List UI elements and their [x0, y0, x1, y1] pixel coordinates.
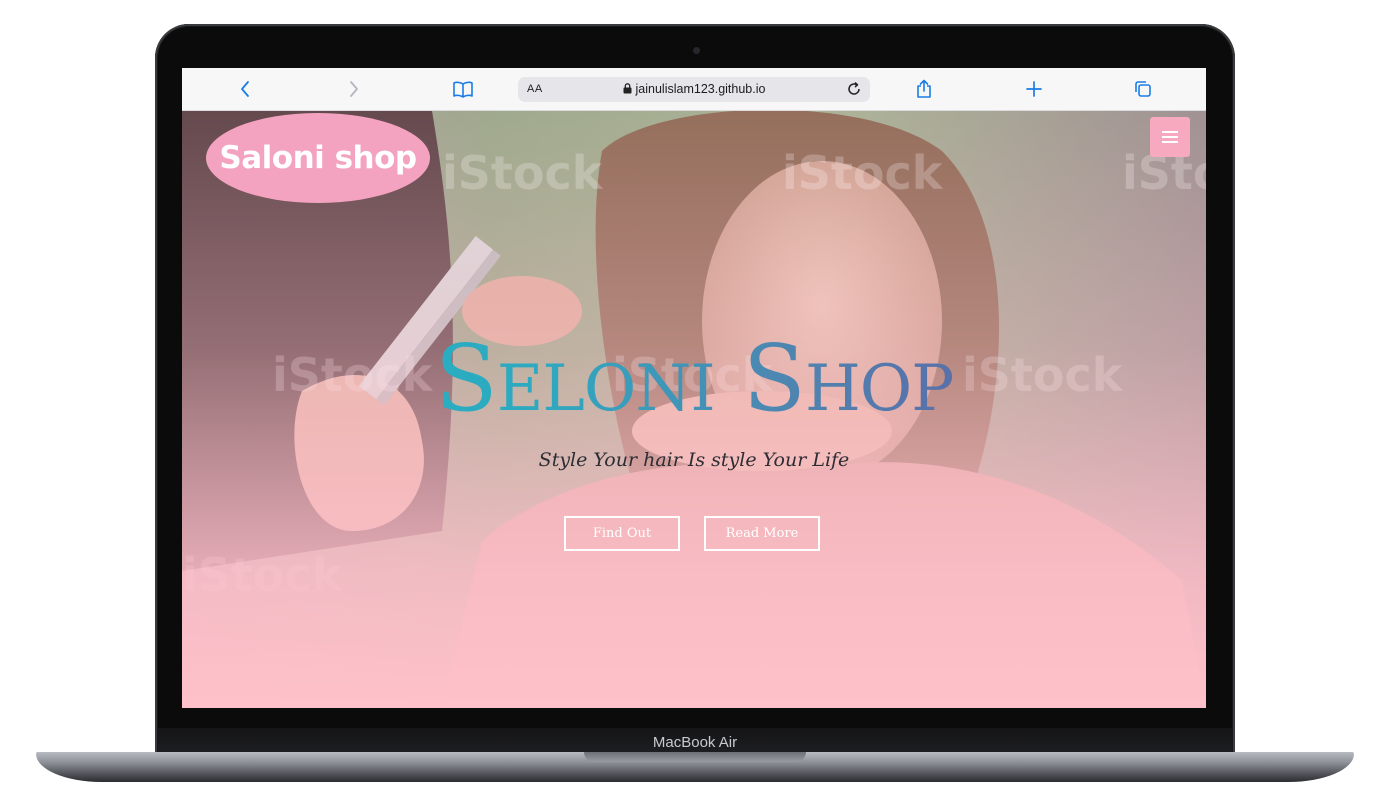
url-container: jainulislam123.github.io — [518, 82, 870, 96]
camera — [693, 47, 700, 54]
site-logo[interactable]: Saloni shop — [206, 113, 430, 203]
forward-button[interactable] — [341, 77, 367, 101]
url-text: jainulislam123.github.io — [635, 82, 766, 96]
back-button[interactable] — [232, 77, 258, 101]
address-bar[interactable]: AA jainulislam123.github.io — [518, 77, 870, 102]
chevron-right-icon — [350, 81, 358, 97]
book-icon — [453, 81, 473, 98]
hero-tagline: Style Your hair Is style Your Life — [538, 449, 850, 471]
reload-icon[interactable] — [846, 81, 862, 97]
tabs-overview-icon — [1135, 81, 1151, 97]
screen: AA jainulislam123.github.io Saloni shop … — [182, 68, 1206, 708]
laptop-base — [36, 752, 1354, 782]
plus-icon — [1026, 81, 1042, 97]
chevron-left-icon — [241, 81, 249, 97]
share-button[interactable] — [911, 77, 937, 101]
tabs-button[interactable] — [1130, 77, 1156, 101]
share-icon — [917, 79, 931, 98]
hero-section: iStock iStock iStock iStock iStock iStoc… — [182, 111, 1206, 708]
menu-button[interactable] — [1150, 117, 1190, 157]
find-out-button[interactable]: Find Out — [564, 516, 680, 551]
laptop-notch — [584, 752, 806, 762]
hamburger-menu-icon — [1162, 131, 1178, 143]
read-more-button[interactable]: Read More — [704, 516, 820, 551]
browser-toolbar: AA jainulislam123.github.io — [182, 68, 1206, 111]
lock-icon — [623, 83, 632, 94]
hero-title: Seloni Shop — [182, 329, 1206, 429]
logo-text: Saloni shop — [219, 140, 417, 176]
new-tab-button[interactable] — [1021, 77, 1047, 101]
device-label: MacBook Air — [652, 734, 738, 751]
bookmarks-button[interactable] — [450, 77, 476, 101]
